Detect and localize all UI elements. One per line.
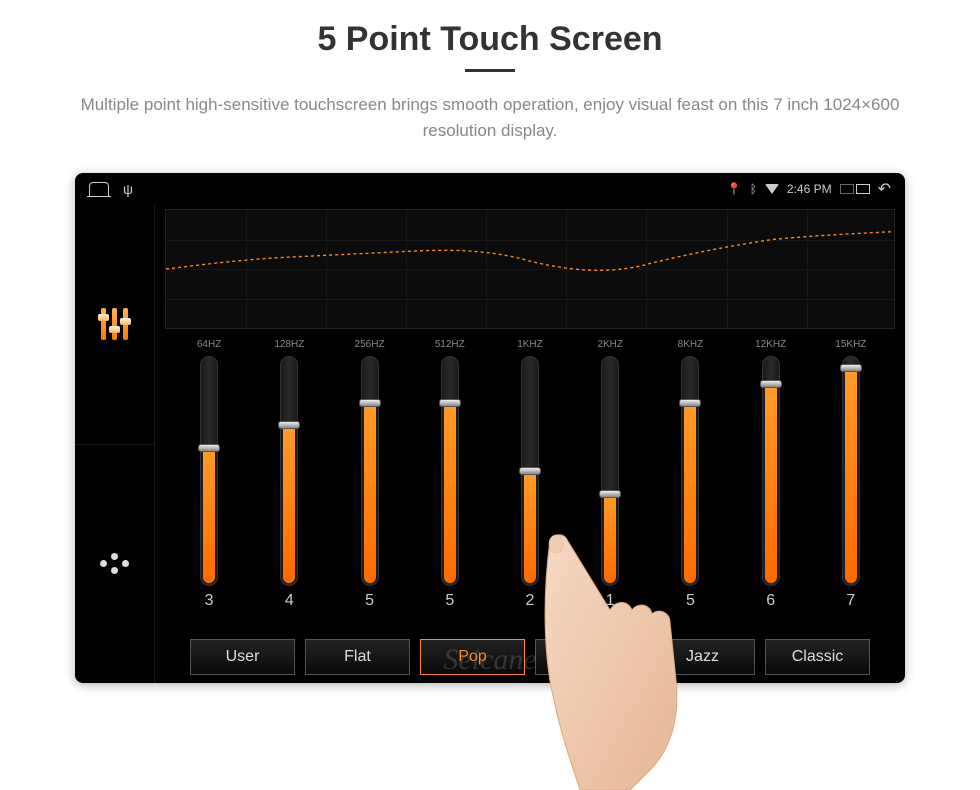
sidebar-item-equalizer[interactable]: [75, 205, 154, 445]
sidebar: [75, 205, 155, 683]
eq-slider[interactable]: 64HZ 3: [174, 339, 244, 633]
eq-slider-track[interactable]: [280, 356, 298, 586]
eq-slider-fill: [524, 469, 536, 583]
sidebar-item-balance[interactable]: [75, 445, 154, 684]
eq-band-value: 4: [285, 592, 294, 610]
eq-slider[interactable]: 128HZ 4: [254, 339, 324, 633]
status-bar: ψ 📍 ᛒ 2:46 PM ↶: [75, 173, 905, 205]
eq-slider-track[interactable]: [200, 356, 218, 586]
eq-slider[interactable]: 256HZ 5: [335, 339, 405, 633]
preset-button-user[interactable]: User: [190, 639, 295, 675]
preset-button-jazz[interactable]: Jazz: [650, 639, 755, 675]
eq-slider-thumb[interactable]: [278, 421, 300, 429]
preset-button-classic[interactable]: Classic: [765, 639, 870, 675]
preset-button-rock[interactable]: Rock: [535, 639, 640, 675]
location-icon: 📍: [727, 182, 742, 196]
eq-slider-fill: [845, 366, 857, 583]
eq-slider-track[interactable]: [441, 356, 459, 586]
eq-slider-track[interactable]: [361, 356, 379, 586]
eq-band-label: 1KHZ: [517, 339, 543, 350]
eq-slider-track[interactable]: [762, 356, 780, 586]
eq-band-label: 128HZ: [274, 339, 304, 350]
eq-band-value: 3: [205, 592, 214, 610]
eq-slider-thumb[interactable]: [198, 444, 220, 452]
balance-icon: [100, 553, 130, 575]
wifi-icon: [765, 184, 779, 194]
eq-band-value: 5: [686, 592, 695, 610]
eq-slider-fill: [684, 401, 696, 583]
eq-band-value: 1: [606, 592, 615, 610]
eq-slider-thumb[interactable]: [359, 399, 381, 407]
eq-slider-fill: [444, 401, 456, 583]
eq-slider[interactable]: 2KHZ 1: [575, 339, 645, 633]
page-title: 5 Point Touch Screen: [40, 20, 940, 59]
bluetooth-icon: ᛒ: [750, 182, 757, 196]
eq-slider-thumb[interactable]: [439, 399, 461, 407]
preset-button-pop[interactable]: Pop: [420, 639, 525, 675]
page-subtitle: Multiple point high-sensitive touchscree…: [60, 92, 920, 143]
eq-slider-thumb[interactable]: [519, 467, 541, 475]
eq-band-label: 512HZ: [435, 339, 465, 350]
eq-slider[interactable]: 12KHZ 6: [736, 339, 806, 633]
eq-slider-thumb[interactable]: [840, 364, 862, 372]
eq-band-label: 15KHZ: [835, 339, 866, 350]
back-icon[interactable]: ↶: [878, 179, 891, 199]
eq-band-value: 5: [365, 592, 374, 610]
eq-band-label: 2KHZ: [597, 339, 623, 350]
eq-slider-thumb[interactable]: [760, 380, 782, 388]
eq-slider-fill: [364, 401, 376, 583]
eq-slider[interactable]: 512HZ 5: [415, 339, 485, 633]
eq-slider-fill: [765, 382, 777, 583]
title-underline: [465, 69, 515, 72]
equalizer-panel: 64HZ3128HZ4256HZ5512HZ51KHZ22KHZ18KHZ512…: [155, 205, 905, 683]
home-icon[interactable]: [89, 182, 109, 196]
eq-slider[interactable]: 1KHZ 2: [495, 339, 565, 633]
eq-band-label: 64HZ: [197, 339, 221, 350]
eq-slider-track[interactable]: [842, 356, 860, 586]
eq-slider-thumb[interactable]: [679, 399, 701, 407]
usb-icon: ψ: [123, 181, 133, 197]
eq-slider-track[interactable]: [681, 356, 699, 586]
eq-slider-track[interactable]: [521, 356, 539, 586]
eq-band-value: 7: [846, 592, 855, 610]
waveform-display: [165, 209, 895, 329]
eq-band-value: 5: [445, 592, 454, 610]
eq-slider-fill: [604, 492, 616, 583]
preset-button-flat[interactable]: Flat: [305, 639, 410, 675]
status-time: 2:46 PM: [787, 182, 832, 196]
eq-band-label: 256HZ: [355, 339, 385, 350]
eq-slider-thumb[interactable]: [599, 490, 621, 498]
preset-row: User Flat Pop Rock Jazz Classic: [165, 639, 895, 675]
eq-band-label: 12KHZ: [755, 339, 786, 350]
eq-slider-fill: [283, 423, 295, 583]
multitask-icon[interactable]: [840, 184, 870, 194]
device-frame: ψ 📍 ᛒ 2:46 PM ↶: [75, 173, 905, 683]
eq-band-value: 6: [766, 592, 775, 610]
eq-slider-fill: [203, 446, 215, 583]
eq-sliders: 64HZ3128HZ4256HZ5512HZ51KHZ22KHZ18KHZ512…: [165, 329, 895, 633]
eq-slider[interactable]: 15KHZ 7: [816, 339, 886, 633]
eq-slider-track[interactable]: [601, 356, 619, 586]
waveform-line-icon: [166, 210, 894, 328]
eq-slider[interactable]: 8KHZ 5: [655, 339, 725, 633]
eq-band-label: 8KHZ: [678, 339, 704, 350]
equalizer-icon: [97, 306, 133, 342]
eq-band-value: 2: [526, 592, 535, 610]
